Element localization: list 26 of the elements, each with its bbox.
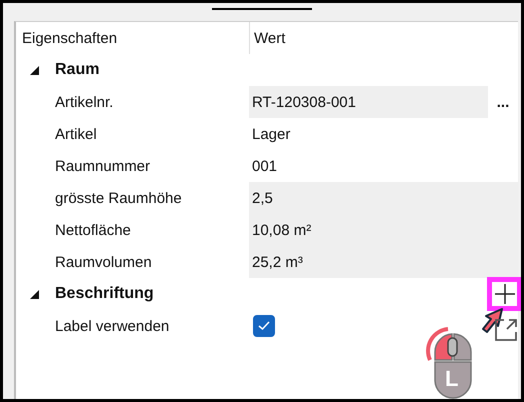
property-value[interactable]: Lager: [249, 118, 518, 150]
collapse-icon[interactable]: [30, 290, 39, 298]
add-button[interactable]: [487, 277, 521, 311]
property-label: Label verwenden: [54, 318, 170, 334]
property-value[interactable]: 10,08 m²: [249, 214, 518, 246]
group-title: Beschriftung: [55, 285, 154, 303]
checkmark-icon: [258, 321, 270, 331]
browse-button[interactable]: ...: [488, 94, 518, 110]
column-header[interactable]: Wert: [249, 22, 518, 54]
property-value[interactable]: 25,2 m³: [249, 246, 518, 278]
property-label: Artikel: [54, 126, 98, 142]
property-value[interactable]: RT-120308-001: [249, 86, 488, 118]
property-value[interactable]: 2,5: [249, 182, 518, 214]
collapse-icon[interactable]: [30, 66, 39, 74]
checkbox[interactable]: [253, 315, 275, 337]
property-label: Raumvolumen: [54, 254, 153, 270]
property-value[interactable]: 001: [249, 150, 518, 182]
column-header[interactable]: Eigenschaften: [16, 22, 249, 54]
pointer-arrow-icon: [481, 307, 505, 334]
plus-icon: [494, 284, 514, 304]
open-external-icon[interactable]: [494, 318, 518, 342]
property-label: Nettofläche: [54, 222, 132, 238]
property-label: Artikelnr.: [54, 94, 114, 110]
property-label: grösste Raumhöhe: [54, 190, 183, 206]
property-label: Raumnummer: [54, 158, 152, 174]
group-title: Raum: [55, 61, 100, 79]
